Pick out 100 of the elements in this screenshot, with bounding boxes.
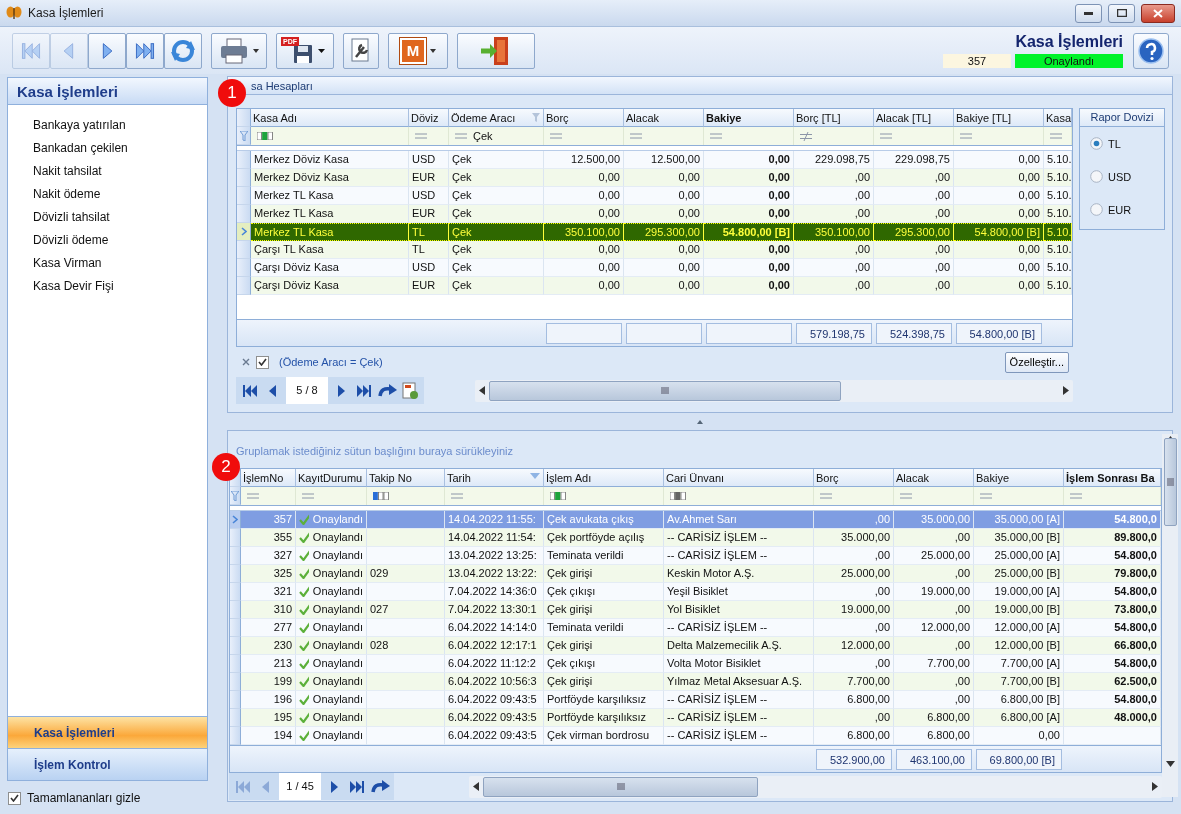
table-cell: Çek [449, 169, 544, 187]
table-cell: 48.000,0 [1064, 709, 1161, 727]
row-header[interactable] [230, 511, 241, 529]
sidebar-item[interactable]: Dövizli tahsilat [32, 206, 207, 229]
check-icon [299, 730, 309, 741]
row-header[interactable] [230, 583, 241, 601]
table-cell: 89.800,0 [1064, 529, 1161, 547]
sidebar-item[interactable]: Bankadan çekilen [32, 137, 207, 160]
close-button[interactable] [1141, 3, 1175, 23]
row-header[interactable] [230, 547, 241, 565]
column-header[interactable]: Alacak [894, 469, 974, 487]
next-button[interactable] [88, 32, 126, 69]
radio-button[interactable] [1090, 203, 1103, 216]
row-header[interactable] [230, 565, 241, 583]
splitter-arrow-icon[interactable] [697, 419, 703, 424]
table-cell: Çek portföyde açılış [544, 529, 664, 547]
row-header[interactable] [230, 601, 241, 619]
column-header[interactable]: Alacak [624, 109, 704, 127]
column-header[interactable]: Bakiye [974, 469, 1064, 487]
sidebar-item[interactable]: Nakit tahsilat [32, 160, 207, 183]
checkbox[interactable] [8, 791, 21, 805]
sidebar-item[interactable]: Nakit ödeme [32, 183, 207, 206]
column-header[interactable]: Tarih [445, 469, 544, 487]
filter-value[interactable]: Çek [473, 130, 493, 142]
table-cell: 0,00 [544, 277, 624, 295]
equals-icon [247, 493, 259, 499]
table-cell: Onaylandı [296, 583, 367, 601]
row-header[interactable] [230, 709, 241, 727]
table-cell: 14.04.2022 11:55: [445, 511, 544, 529]
refresh-button[interactable] [164, 32, 202, 69]
radio-button[interactable] [1090, 170, 1103, 183]
table-cell: 0,00 [704, 205, 794, 223]
column-header[interactable]: Borç [814, 469, 894, 487]
customize-button[interactable]: Özelleştir... [1004, 351, 1069, 373]
row-header[interactable] [230, 529, 241, 547]
column-header[interactable]: Borç [544, 109, 624, 127]
close-icon[interactable] [242, 358, 250, 366]
table-cell: 199 [241, 673, 296, 691]
print-button[interactable] [211, 32, 267, 69]
sort-descending-icon [530, 473, 540, 479]
minimize-button[interactable] [1075, 3, 1102, 23]
table-cell: ,00 [794, 241, 874, 259]
column-header[interactable]: Takip No [367, 469, 445, 487]
row-header[interactable] [237, 277, 251, 295]
row-header[interactable] [237, 187, 251, 205]
row-header[interactable] [230, 637, 241, 655]
table-cell: 0,00 [704, 259, 794, 277]
sidebar-item[interactable]: Bankaya yatırılan [32, 114, 207, 137]
horizontal-scrollbar[interactable] [475, 379, 1073, 402]
check-icon [299, 568, 309, 579]
row-header[interactable] [237, 151, 251, 169]
radio-button[interactable] [1090, 137, 1103, 150]
table-cell: 028 [367, 637, 445, 655]
maximize-button[interactable] [1108, 3, 1135, 23]
row-header[interactable] [237, 169, 251, 187]
column-header[interactable]: Döviz [409, 109, 449, 127]
column-header[interactable]: Ödeme Aracı [449, 109, 544, 127]
horizontal-scrollbar[interactable] [469, 775, 1162, 798]
table-cell: 0,00 [704, 241, 794, 259]
last-button[interactable] [126, 32, 164, 69]
total-value: 532.900,00 [816, 748, 892, 770]
table-cell: 54.800,0 [1064, 547, 1161, 565]
column-header[interactable]: Borç [TL] [794, 109, 874, 127]
row-header[interactable] [237, 241, 251, 259]
row-header[interactable] [230, 691, 241, 709]
exit-button[interactable] [457, 32, 535, 69]
sidebar-section-button[interactable]: Kasa İşlemleri [8, 716, 207, 748]
table-cell: -- CARİSİZ İŞLEM -- [664, 691, 814, 709]
column-header[interactable]: Kasa Adı [251, 109, 409, 127]
sidebar-section-button[interactable]: İşlem Kontrol [8, 748, 207, 780]
filter-text[interactable]: (Ödeme Aracı = Çek) [279, 356, 383, 368]
column-header[interactable]: Bakiye [704, 109, 794, 127]
column-header[interactable]: Alacak [TL] [874, 109, 954, 127]
table-cell: 6.800,00 [814, 691, 894, 709]
column-header[interactable]: Bakiye [TL] [954, 109, 1044, 127]
tool-button[interactable] [343, 32, 379, 69]
row-header[interactable] [237, 259, 251, 277]
row-header[interactable] [230, 673, 241, 691]
sidebar-item[interactable]: Kasa Devir Fişi [32, 275, 207, 298]
checkbox[interactable] [256, 355, 269, 369]
table-cell: Merkez Döviz Kasa [251, 169, 409, 187]
column-header[interactable]: Cari Ünvanı [664, 469, 814, 487]
column-header[interactable]: İşlem Adı [544, 469, 664, 487]
column-header[interactable]: İşlemNo [241, 469, 296, 487]
vertical-scrollbar[interactable] [1162, 434, 1178, 797]
sidebar-item[interactable]: Kasa Virman [32, 252, 207, 275]
column-header[interactable]: İşlem Sonrası Ba [1064, 469, 1161, 487]
row-header[interactable] [230, 619, 241, 637]
table-cell: Delta Malzemecilik A.Ş. [664, 637, 814, 655]
row-header[interactable] [237, 223, 251, 241]
column-header[interactable]: KayıtDurumu [296, 469, 367, 487]
table-cell: 79.800,0 [1064, 565, 1161, 583]
column-header[interactable]: Kasa [1044, 109, 1072, 127]
help-button[interactable] [1133, 32, 1169, 69]
row-header[interactable] [230, 727, 241, 745]
sidebar-item[interactable]: Dövizli ödeme [32, 229, 207, 252]
export-page-button[interactable] [400, 380, 420, 401]
table-cell: 6.04.2022 09:43:5 [445, 727, 544, 745]
row-header[interactable] [230, 655, 241, 673]
row-header[interactable] [237, 205, 251, 223]
